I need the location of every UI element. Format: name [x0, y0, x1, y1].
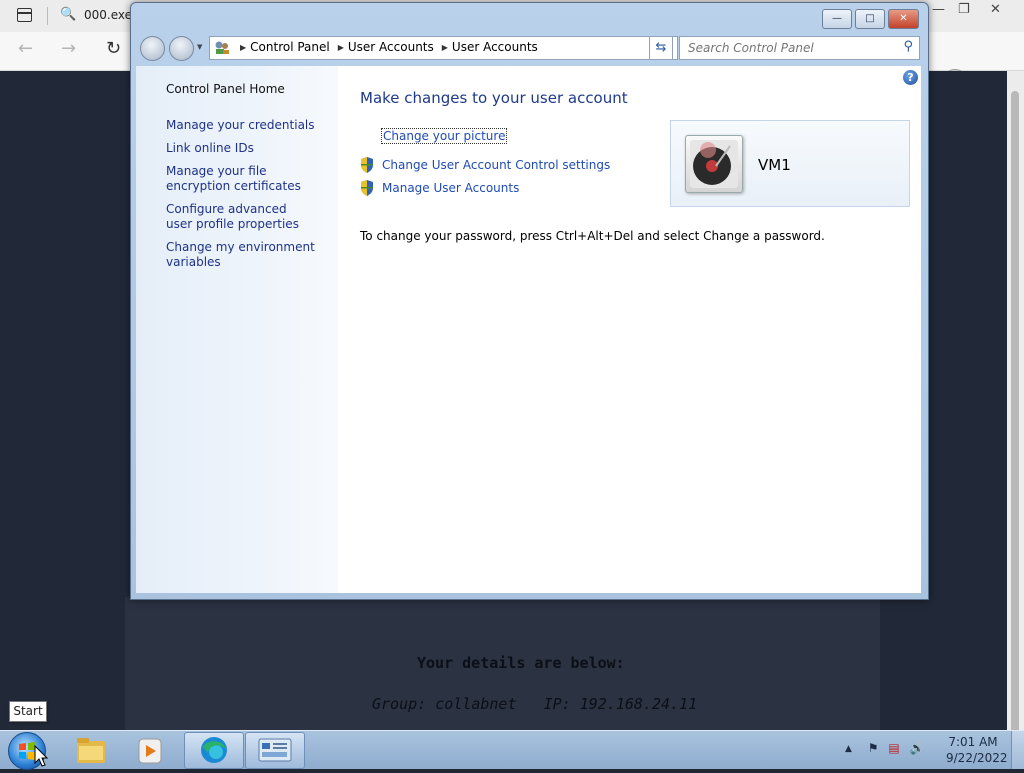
show-desktop-button[interactable]: [1011, 731, 1024, 769]
turntable-icon: [690, 140, 738, 188]
media-player-icon: [138, 738, 162, 764]
change-picture-link[interactable]: Change your picture: [380, 128, 508, 144]
control-panel-home-link[interactable]: Control Panel Home: [166, 82, 285, 97]
address-row: ▼ ▶ Control Panel ▶ User Accounts ▶ User Acco…: [137, 35, 922, 61]
control-panel-icon: [215, 41, 229, 54]
clock-time: 7:01 AM: [948, 735, 998, 749]
details-line: Group: collabnet IP: 192.168.24.11: [372, 695, 698, 713]
recent-pages-chevron-icon[interactable]: ▼: [197, 43, 202, 51]
breadcrumb-control-panel[interactable]: Control Panel: [250, 40, 330, 54]
address-bar[interactable]: ▶ Control Panel ▶ User Accounts ▶ User Accoun…: [209, 36, 678, 60]
breadcrumb: ▶ Control Panel ▶ User Accounts ▶ User Accoun…: [236, 40, 542, 54]
browser-tab-title[interactable]: 000.exe: [84, 8, 132, 22]
tab-divider: [47, 7, 48, 25]
taskbar-edge-browser[interactable]: [184, 732, 244, 769]
advanced-profile-link[interactable]: Configure advanced user profile properti…: [166, 202, 316, 232]
breadcrumb-user-accounts[interactable]: User Accounts: [348, 40, 434, 54]
maximize-button[interactable]: □: [855, 9, 885, 29]
search-box[interactable]: ⚲: [679, 36, 920, 60]
search-icon[interactable]: ⚲: [903, 39, 913, 54]
uac-settings-link[interactable]: Change User Account Control settings: [382, 158, 610, 172]
window-controls: — □ ✕: [822, 9, 922, 29]
search-input[interactable]: [686, 40, 895, 56]
uac-shield-icon: [361, 157, 373, 173]
browser-restore-icon[interactable]: ❐: [958, 2, 970, 17]
clock-date: 9/22/2022: [946, 751, 1008, 765]
task-pane: Control Panel Home Manage your credentia…: [136, 66, 338, 593]
notification-area: ▲ ⚑ ▤ 🔊: [845, 741, 924, 755]
manage-accounts-link[interactable]: Manage User Accounts: [382, 181, 519, 195]
taskbar: ▲ ⚑ ▤ 🔊 7:01 AM 9/22/2022: [0, 730, 1024, 770]
refresh-button[interactable]: ⇆: [649, 36, 673, 60]
browser-close-icon[interactable]: ✕: [990, 2, 1001, 17]
network-icon[interactable]: ▤: [888, 741, 899, 755]
minimize-button[interactable]: —: [822, 9, 852, 29]
action-center-flag-icon[interactable]: ⚑: [868, 741, 879, 755]
folder-icon: [77, 738, 105, 763]
user-name: VM1: [758, 156, 791, 174]
mouse-cursor-icon: [34, 745, 48, 767]
user-accounts-window: — □ ✕ ▼ ▶ Control Panel ▶ User Accounts ▶ Use…: [130, 2, 929, 600]
browser-minimize-icon[interactable]: —: [932, 2, 945, 17]
user-picture[interactable]: [685, 135, 743, 193]
back-arrow-icon[interactable]: ←: [18, 38, 33, 59]
tab-actions-icon[interactable]: [17, 8, 32, 22]
forward-button[interactable]: [169, 36, 194, 61]
volume-icon[interactable]: 🔊: [910, 741, 925, 755]
control-panel-taskbar-icon: [258, 738, 292, 762]
user-tile: VM1: [670, 120, 910, 207]
link-online-ids-link[interactable]: Link online IDs: [166, 141, 326, 156]
show-hidden-icons-icon[interactable]: ▲: [845, 744, 852, 754]
manage-credentials-link[interactable]: Manage your credentials: [166, 118, 326, 133]
taskbar-control-panel[interactable]: [245, 732, 305, 769]
edge-browser-icon: [201, 737, 227, 763]
breadcrumb-arrow-icon[interactable]: ▶: [240, 43, 246, 52]
forward-arrow-icon[interactable]: →: [61, 38, 76, 59]
system-clock[interactable]: 7:01 AM 9/22/2022: [946, 734, 1008, 766]
help-icon[interactable]: ?: [903, 70, 918, 85]
uac-shield-icon: [361, 180, 373, 196]
breadcrumb-arrow-icon[interactable]: ▶: [338, 43, 344, 52]
password-note: To change your password, press Ctrl+Alt+…: [360, 229, 825, 243]
file-encryption-link[interactable]: Manage your file encryption certificates: [166, 164, 326, 194]
taskbar-file-explorer[interactable]: [60, 732, 120, 769]
page-title: Make changes to your user account: [360, 89, 628, 107]
tab-search-icon: 🔍: [60, 7, 77, 22]
back-button[interactable]: [140, 36, 165, 61]
details-heading: Your details are below:: [417, 654, 625, 672]
environment-variables-link[interactable]: Change my environment variables: [166, 240, 316, 270]
start-tooltip: Start: [9, 701, 47, 722]
close-button[interactable]: ✕: [888, 9, 919, 29]
taskbar-media-player[interactable]: [122, 732, 182, 769]
browser-scrollbar[interactable]: [1007, 71, 1024, 751]
window-content: Control Panel Home Manage your credentia…: [136, 66, 921, 593]
reload-icon[interactable]: ↻: [106, 38, 121, 59]
scrollbar-thumb[interactable]: [1011, 91, 1019, 751]
breadcrumb-arrow-icon[interactable]: ▶: [442, 43, 448, 52]
breadcrumb-user-accounts-current[interactable]: User Accounts: [452, 40, 538, 54]
